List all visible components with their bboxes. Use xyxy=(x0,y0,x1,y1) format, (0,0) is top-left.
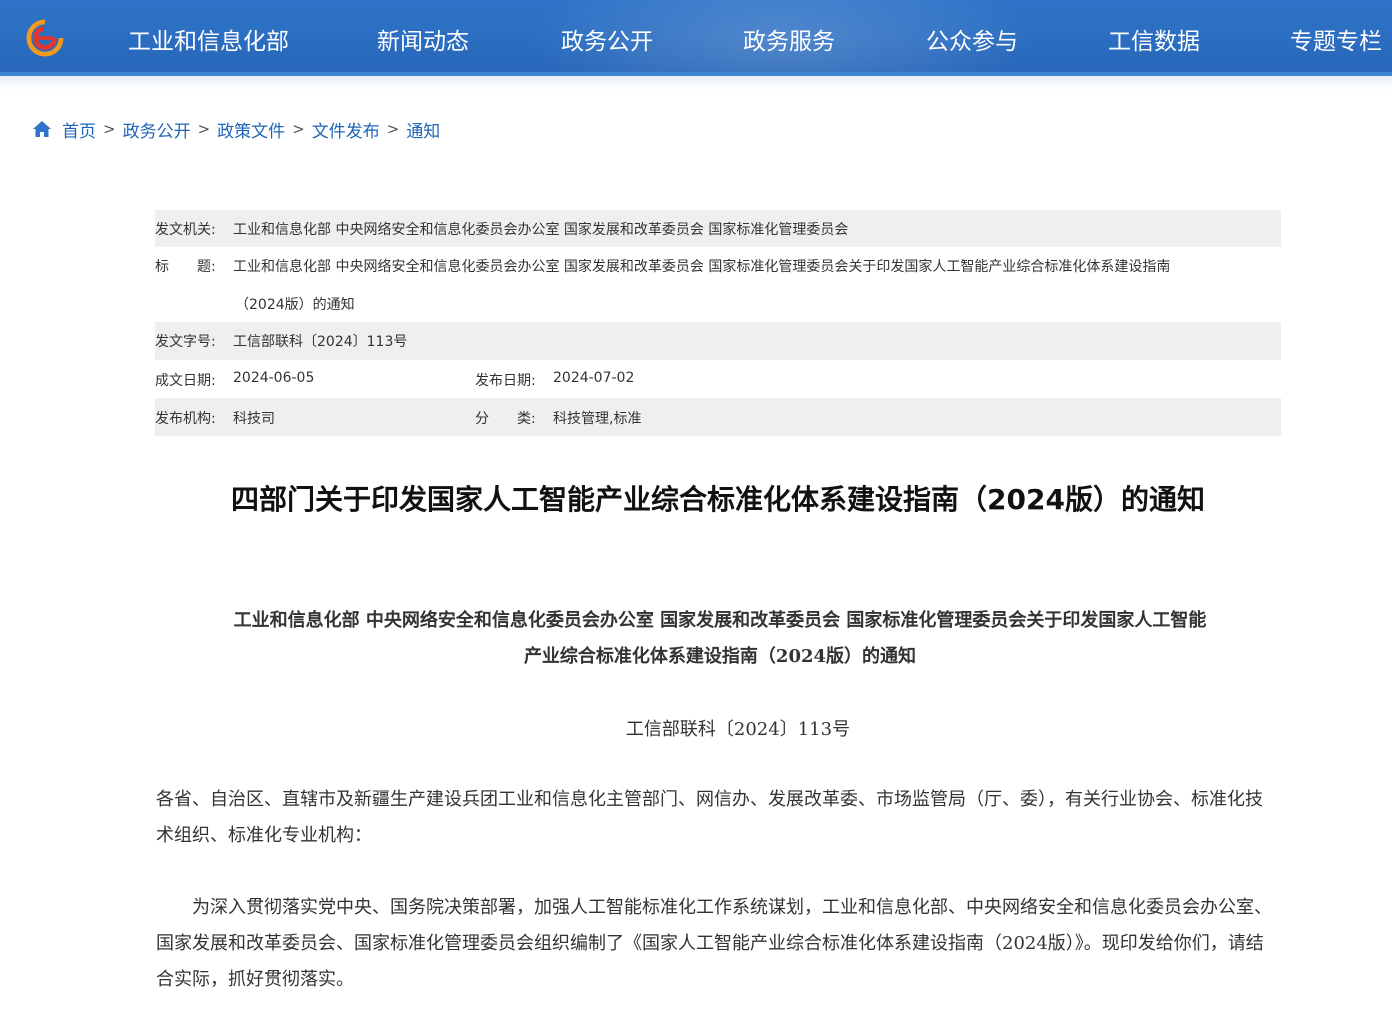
breadcrumb-document-release[interactable]: 文件发布 xyxy=(312,117,380,142)
meta-row-dates: 成文日期: 2024-06-05 发布日期: 2024-07-02 xyxy=(155,360,1281,398)
breadcrumb-government-affairs[interactable]: 政务公开 xyxy=(123,117,191,142)
main-nav: 工业和信息化部 新闻动态 政务公开 政务服务 公众参与 工信数据 专题专栏 xyxy=(0,0,1392,76)
title-label: 标 题: xyxy=(155,259,216,275)
breadcrumb-home[interactable]: 首页 xyxy=(62,117,96,142)
nav-item-government-services[interactable]: 政务服务 xyxy=(743,22,835,56)
docno-label: 发文字号: xyxy=(155,334,216,350)
breadcrumb-policy-documents[interactable]: 政策文件 xyxy=(217,117,285,142)
breadcrumb-separator: > xyxy=(386,120,400,138)
org-label: 发布机构: xyxy=(155,411,216,427)
breadcrumb-separator: > xyxy=(292,120,305,138)
docno-value: 工信部联科〔2024〕113号 xyxy=(233,334,408,350)
breadcrumb-separator: > xyxy=(197,120,211,138)
document-heading-line1: 工业和信息化部 中央网络安全和信息化委员会办公室 国家发展和改革委员会 国家标准… xyxy=(233,610,1207,631)
home-icon[interactable] xyxy=(32,120,52,138)
breadcrumb-separator: > xyxy=(103,120,116,138)
nav-item-special-topics[interactable]: 专题专栏 xyxy=(1290,22,1382,56)
written-date-label: 成文日期: xyxy=(155,373,216,389)
nav-item-public-participation[interactable]: 公众参与 xyxy=(926,22,1018,56)
article-title: 四部门关于印发国家人工智能产业综合标准化体系建设指南（2024版）的通知 xyxy=(231,483,1205,516)
document-number: 工信部联科〔2024〕113号 xyxy=(625,719,851,740)
issuer-label: 发文机关: xyxy=(155,222,216,238)
category-value: 科技管理,标准 xyxy=(553,411,642,427)
issuer-value: 工业和信息化部 中央网络安全和信息化委员会办公室 国家发展和改革委员会 国家标准… xyxy=(233,222,849,238)
published-date-label: 发布日期: xyxy=(475,373,536,389)
meta-row-org: 发布机构: 科技司 分 类: 科技管理,标准 xyxy=(155,398,1281,436)
nav-item-government-affairs[interactable]: 政务公开 xyxy=(561,22,653,56)
body-paragraph: 为深入贯彻落实党中央、国务院决策部署，加强人工智能标准化工作系统谋划，工业和信息… xyxy=(156,897,1272,990)
document-meta-table: 发文机关: 工业和信息化部 中央网络安全和信息化委员会办公室 国家发展和改革委员… xyxy=(155,210,1281,436)
title-value-line1: 工业和信息化部 中央网络安全和信息化委员会办公室 国家发展和改革委员会 国家标准… xyxy=(233,259,1171,275)
nav-item-data[interactable]: 工信数据 xyxy=(1108,22,1200,56)
salutation-paragraph: 各省、自治区、直辖市及新疆生产建设兵团工业和信息化主管部门、网信办、发展改革委、… xyxy=(156,789,1263,846)
meta-row-issuer: 发文机关: 工业和信息化部 中央网络安全和信息化委员会办公室 国家发展和改革委员… xyxy=(155,210,1281,247)
header-shadow xyxy=(0,76,1392,90)
published-date-value: 2024-07-02 xyxy=(553,370,635,386)
document-heading: 工业和信息化部 中央网络安全和信息化委员会办公室 国家发展和改革委员会 国家标准… xyxy=(160,603,1280,675)
nav-item-news[interactable]: 新闻动态 xyxy=(377,22,469,56)
breadcrumb: 首页 > 政务公开 > 政策文件 > 文件发布 > 通知 xyxy=(32,117,440,142)
title-value-line2: （2024版）的通知 xyxy=(235,297,355,313)
document-heading-line2: 产业综合标准化体系建设指南（2024版）的通知 xyxy=(523,646,917,667)
top-navigation-bar: 工业和信息化部 新闻动态 政务公开 政务服务 公众参与 工信数据 专题专栏 xyxy=(0,0,1392,76)
nav-item-miit[interactable]: 工业和信息化部 xyxy=(128,22,289,56)
category-label: 分 类: xyxy=(475,411,536,427)
breadcrumb-notice[interactable]: 通知 xyxy=(406,117,440,142)
meta-row-docno: 发文字号: 工信部联科〔2024〕113号 xyxy=(155,322,1281,360)
org-value: 科技司 xyxy=(233,411,275,427)
written-date-value: 2024-06-05 xyxy=(233,370,315,386)
meta-row-title: 标 题: 工业和信息化部 中央网络安全和信息化委员会办公室 国家发展和改革委员会… xyxy=(155,247,1281,322)
